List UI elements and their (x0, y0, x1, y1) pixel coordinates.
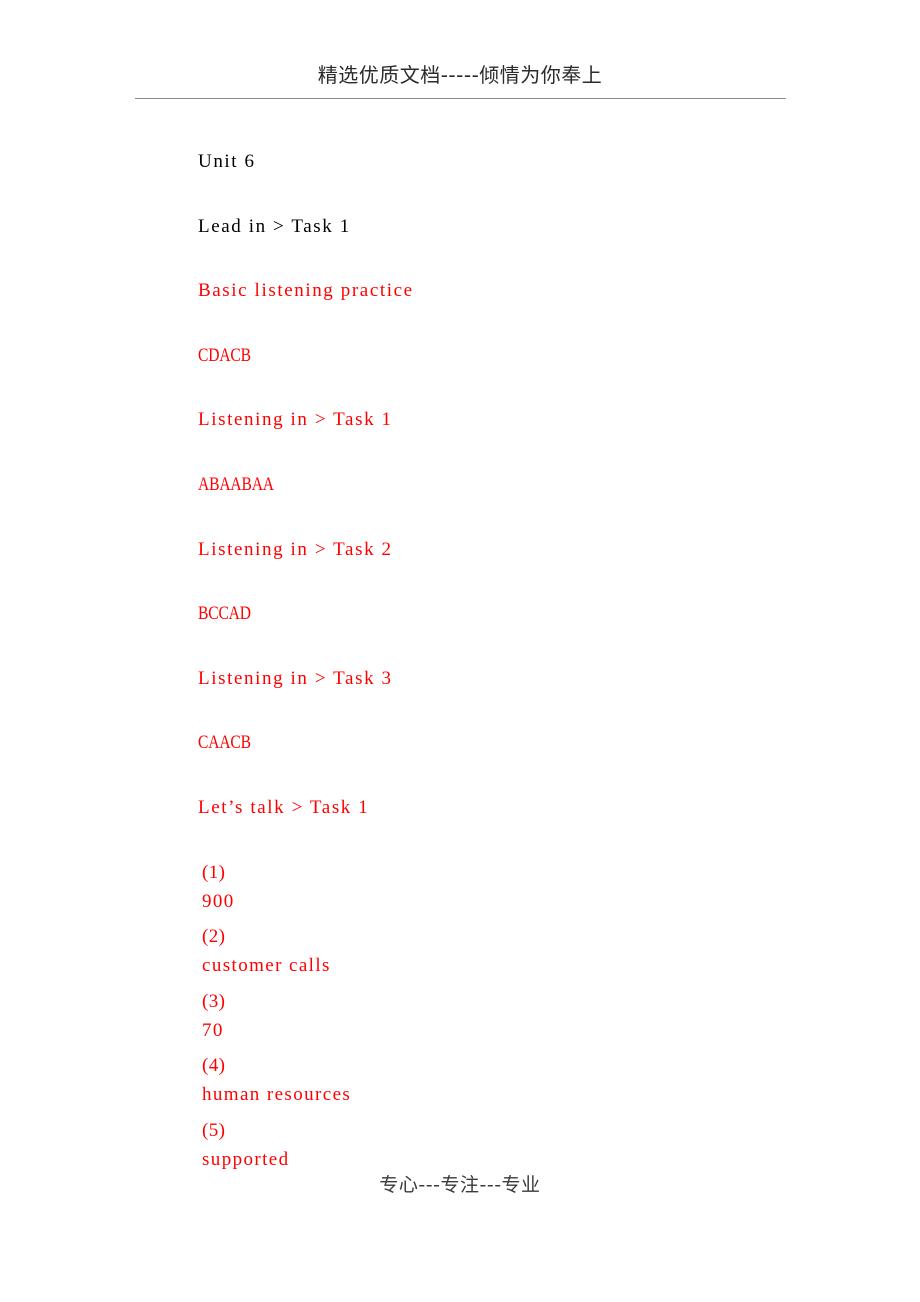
body-line-answer-basic-listening: CDACB (174, 314, 794, 379)
listening-in-task-1-text: Listening in > Task 1 (198, 409, 393, 431)
numbered-answer-2-value: customer calls (202, 955, 331, 977)
lets-talk-task-1-text: Let’s talk > Task 1 (198, 796, 370, 818)
numbered-answer-1-label: (1) (202, 861, 226, 883)
numbered-answer-1: (1) 900 (174, 831, 794, 912)
header-watermark-text: 精选优质文档-----倾情为你奉上 (317, 63, 603, 87)
body-line-unit-title: Unit 6 (174, 120, 794, 185)
answer-basic-listening-text: CDACB (198, 344, 251, 366)
numbered-answer-4-value: human resources (202, 1084, 352, 1106)
body-line-basic-listening-practice: Basic listening practice (174, 249, 794, 314)
answer-listening-in-task-1-text: ABAABAA (198, 473, 274, 495)
listening-in-task-3-text: Listening in > Task 3 (198, 667, 393, 689)
document-header: 精选优质文档-----倾情为你奉上 (135, 62, 785, 88)
unit-title-text: Unit 6 (198, 151, 256, 172)
body-line-answer-listening-in-task-2: BCCAD (174, 572, 794, 637)
lead-in-task-1-text: Lead in > Task 1 (198, 215, 351, 237)
basic-listening-practice-text: Basic listening practice (198, 280, 414, 302)
document-page: 精选优质文档-----倾情为你奉上 Unit 6 Lead in > Task … (0, 0, 920, 1302)
numbered-answer-3-label: (3) (202, 990, 226, 1012)
numbered-answer-2: (2) customer calls (174, 895, 794, 976)
body-line-answer-listening-in-task-1: ABAABAA (174, 443, 794, 508)
body-line-listening-in-task-3: Listening in > Task 3 (174, 637, 794, 702)
document-body: Unit 6 Lead in > Task 1 Basic listening … (174, 120, 794, 1170)
numbered-answer-5-label: (5) (202, 1119, 226, 1141)
numbered-answer-4-label: (4) (202, 1055, 226, 1077)
header-divider-rule (135, 98, 786, 99)
answer-listening-in-task-2-text: BCCAD (198, 603, 251, 625)
numbered-answer-5-value: supported (202, 1148, 290, 1170)
document-footer: 专心---专注---专业 (135, 1172, 785, 1198)
numbered-answer-4: (4) human resources (174, 1024, 794, 1105)
numbered-answer-2-label: (2) (202, 926, 226, 948)
listening-in-task-2-text: Listening in > Task 2 (198, 538, 393, 560)
body-line-lets-talk-task-1: Let’s talk > Task 1 (174, 766, 794, 831)
body-line-answer-listening-in-task-3: CAACB (174, 701, 794, 766)
body-line-listening-in-task-1: Listening in > Task 1 (174, 378, 794, 443)
body-line-lead-in-task-1: Lead in > Task 1 (174, 185, 794, 250)
answer-listening-in-task-3-text: CAACB (198, 732, 251, 754)
body-line-listening-in-task-2: Listening in > Task 2 (174, 508, 794, 573)
numbered-answer-3-value: 70 (202, 1019, 224, 1041)
footer-watermark-text: 专心---专注---专业 (379, 1174, 541, 1196)
numbered-answer-1-value: 900 (202, 890, 235, 912)
